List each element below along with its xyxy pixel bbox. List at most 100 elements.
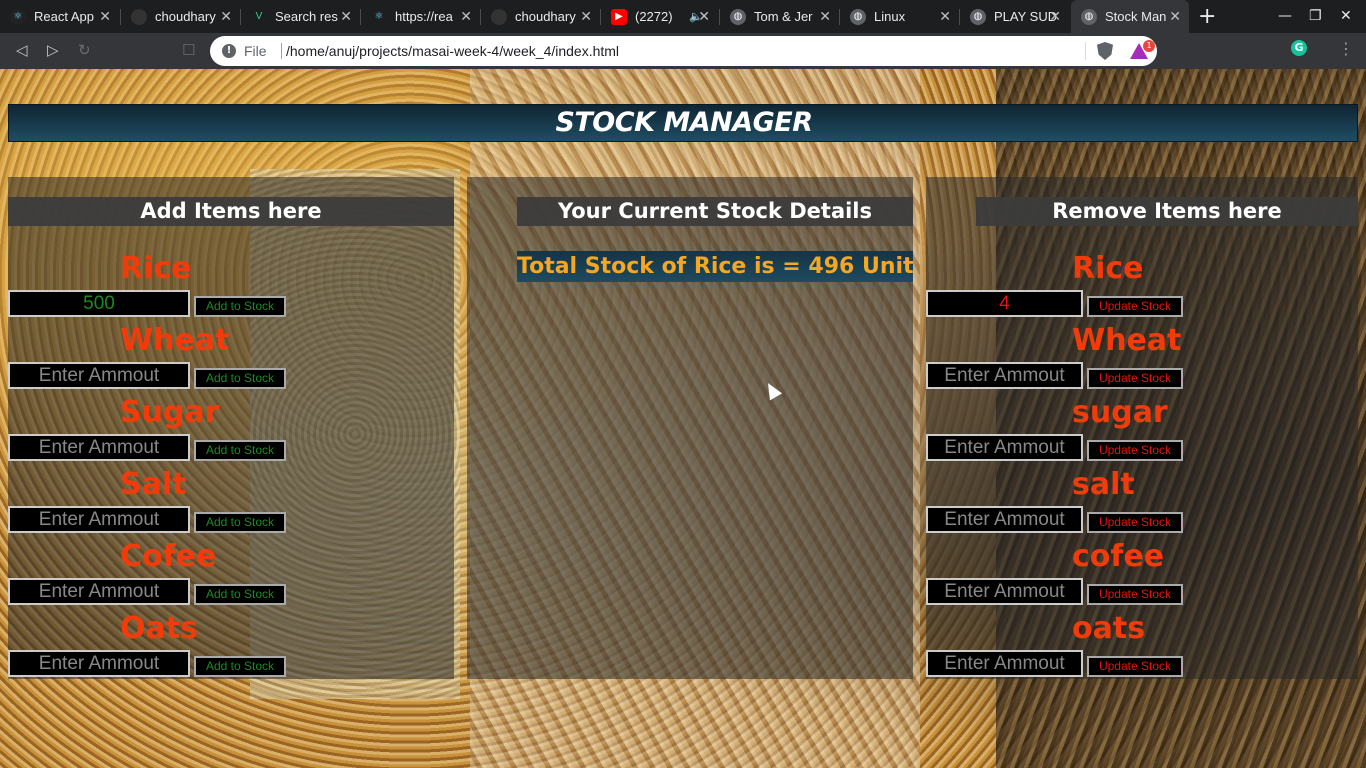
panel-heading: Your Current Stock Details xyxy=(517,197,913,226)
browser-tab[interactable]: choudhary ✕ xyxy=(481,0,600,33)
globe-icon: ◍ xyxy=(1081,8,1097,25)
react-icon: ⚛ xyxy=(371,8,387,25)
browser-tab-strip: ⚛ React App ✕ choudhary ✕ V Search res ✕… xyxy=(0,0,1366,33)
page-viewport: STOCK MANAGER Add Items here Rice 500 Ad… xyxy=(0,69,1366,768)
tab-title: Stock Man xyxy=(1105,9,1167,24)
remove-amount-input-wheat[interactable]: Enter Ammout xyxy=(926,362,1083,389)
browser-toolbar: ◁ ▷ ↻ ☐ ! File /home/anuj/projects/masai… xyxy=(0,33,1366,69)
tab-title: (2272) xyxy=(635,9,673,24)
close-icon[interactable]: ✕ xyxy=(1169,8,1181,25)
add-amount-input-salt[interactable]: Enter Ammout xyxy=(8,506,190,533)
info-icon[interactable]: ! xyxy=(222,44,236,58)
remove-amount-input-oats[interactable]: Enter Ammout xyxy=(926,650,1083,677)
add-amount-input-oats[interactable]: Enter Ammout xyxy=(8,650,190,677)
back-icon[interactable]: ◁ xyxy=(16,41,28,59)
update-stock-button-oats[interactable]: Update Stock xyxy=(1087,656,1183,677)
add-items-panel: Add Items here Rice 500 Add to Stock Whe… xyxy=(8,177,454,679)
add-amount-input-rice[interactable]: 500 xyxy=(8,290,190,317)
close-icon[interactable]: ✕ xyxy=(340,8,352,25)
add-amount-input-cofee[interactable]: Enter Ammout xyxy=(8,578,190,605)
update-stock-button-sugar[interactable]: Update Stock xyxy=(1087,440,1183,461)
browser-tab-active[interactable]: ◍ Stock Man ✕ xyxy=(1071,0,1189,33)
new-tab-button[interactable]: + xyxy=(1198,4,1216,29)
item-label-cofee: cofee xyxy=(1072,539,1165,574)
close-icon[interactable]: ✕ xyxy=(99,8,111,25)
close-icon[interactable]: ✕ xyxy=(460,8,472,25)
brave-shield-icon[interactable] xyxy=(1097,42,1113,60)
github-icon xyxy=(131,8,147,25)
stock-total-text: Total Stock of Rice is = 496 Unit xyxy=(517,251,914,282)
add-amount-input-wheat[interactable]: Enter Ammout xyxy=(8,362,190,389)
close-icon[interactable]: ✕ xyxy=(220,8,232,25)
divider xyxy=(281,43,282,59)
item-label-oats: Oats xyxy=(120,611,198,646)
panel-heading: Add Items here xyxy=(8,197,454,226)
tab-title: Linux xyxy=(874,9,906,24)
browser-tab[interactable]: choudhary ✕ xyxy=(121,0,240,33)
close-icon[interactable]: ✕ xyxy=(939,8,951,25)
item-label-salt: Salt xyxy=(120,467,187,502)
url-text[interactable]: /home/anuj/projects/masai-week-4/week_4/… xyxy=(286,43,619,59)
browser-tab[interactable]: ◍ PLAY SUD ✕ xyxy=(960,0,1069,33)
item-label-cofee: Cofee xyxy=(120,539,217,574)
browser-tab[interactable]: ⚛ React App ✕ xyxy=(0,0,119,33)
close-icon[interactable]: ✕ xyxy=(819,8,831,25)
globe-icon: ◍ xyxy=(970,8,986,25)
url-scheme: File xyxy=(244,43,267,59)
item-label-salt: salt xyxy=(1072,467,1135,502)
browser-tab[interactable]: ⚛ https://rea ✕ xyxy=(361,0,480,33)
item-label-sugar: sugar xyxy=(1072,395,1168,430)
reload-icon[interactable]: ↻ xyxy=(78,41,91,59)
item-label-rice: Rice xyxy=(1072,251,1144,286)
update-stock-button-cofee[interactable]: Update Stock xyxy=(1087,584,1183,605)
close-icon[interactable]: ✕ xyxy=(698,8,710,25)
bookmark-icon[interactable]: ☐ xyxy=(182,41,195,59)
page-title: STOCK MANAGER xyxy=(555,107,813,138)
close-icon[interactable]: ✕ xyxy=(580,8,592,25)
panel-heading: Remove Items here xyxy=(976,197,1358,226)
browser-tab[interactable]: V Search res ✕ xyxy=(241,0,360,33)
item-label-wheat: Wheat xyxy=(120,323,230,358)
tab-title: React App xyxy=(34,9,94,24)
react-icon: ⚛ xyxy=(10,8,26,25)
remove-amount-input-salt[interactable]: Enter Ammout xyxy=(926,506,1083,533)
close-window-icon[interactable]: ✕ xyxy=(1340,8,1352,24)
add-to-stock-button-cofee[interactable]: Add to Stock xyxy=(194,584,286,605)
forward-icon[interactable]: ▷ xyxy=(47,41,59,59)
github-icon xyxy=(491,8,507,25)
menu-icon[interactable]: ⋮ xyxy=(1338,39,1354,58)
add-to-stock-button-sugar[interactable]: Add to Stock xyxy=(194,440,286,461)
address-bar[interactable]: ! File /home/anuj/projects/masai-week-4/… xyxy=(210,36,1157,66)
maximize-icon[interactable]: ❐ xyxy=(1309,8,1322,24)
add-to-stock-button-oats[interactable]: Add to Stock xyxy=(194,656,286,677)
browser-tab[interactable]: ◍ Tom & Jer ✕ xyxy=(720,0,839,33)
browser-tab[interactable]: ◍ Linux ✕ xyxy=(840,0,959,33)
globe-icon: ◍ xyxy=(850,8,866,25)
tab-title: choudhary xyxy=(155,9,216,24)
update-stock-button-salt[interactable]: Update Stock xyxy=(1087,512,1183,533)
minimize-icon[interactable]: — xyxy=(1278,8,1292,24)
add-to-stock-button-wheat[interactable]: Add to Stock xyxy=(194,368,286,389)
item-label-sugar: Sugar xyxy=(120,395,220,430)
add-to-stock-button-salt[interactable]: Add to Stock xyxy=(194,512,286,533)
page-header: STOCK MANAGER xyxy=(8,104,1358,142)
browser-tab[interactable]: ▶ (2272) 🔈 ✕ xyxy=(601,0,718,33)
tab-title: Search res xyxy=(275,9,338,24)
update-stock-button-wheat[interactable]: Update Stock xyxy=(1087,368,1183,389)
remove-amount-input-sugar[interactable]: Enter Ammout xyxy=(926,434,1083,461)
close-icon[interactable]: ✕ xyxy=(1049,8,1061,25)
update-stock-button-rice[interactable]: Update Stock xyxy=(1087,296,1183,317)
grammarly-icon[interactable]: G xyxy=(1291,40,1307,56)
tab-title: https://rea xyxy=(395,9,453,24)
add-to-stock-button-rice[interactable]: Add to Stock xyxy=(194,296,286,317)
remove-amount-input-cofee[interactable]: Enter Ammout xyxy=(926,578,1083,605)
tab-title: choudhary xyxy=(515,9,576,24)
stock-details-panel: Your Current Stock Details Total Stock o… xyxy=(467,177,914,679)
item-label-wheat: Wheat xyxy=(1072,323,1182,358)
tab-title: Tom & Jer xyxy=(754,9,813,24)
add-amount-input-sugar[interactable]: Enter Ammout xyxy=(8,434,190,461)
remove-items-panel: Remove Items here Rice 4 Update Stock Wh… xyxy=(926,177,1358,679)
vercel-icon: V xyxy=(251,8,267,25)
youtube-icon: ▶ xyxy=(611,8,627,25)
remove-amount-input-rice[interactable]: 4 xyxy=(926,290,1083,317)
